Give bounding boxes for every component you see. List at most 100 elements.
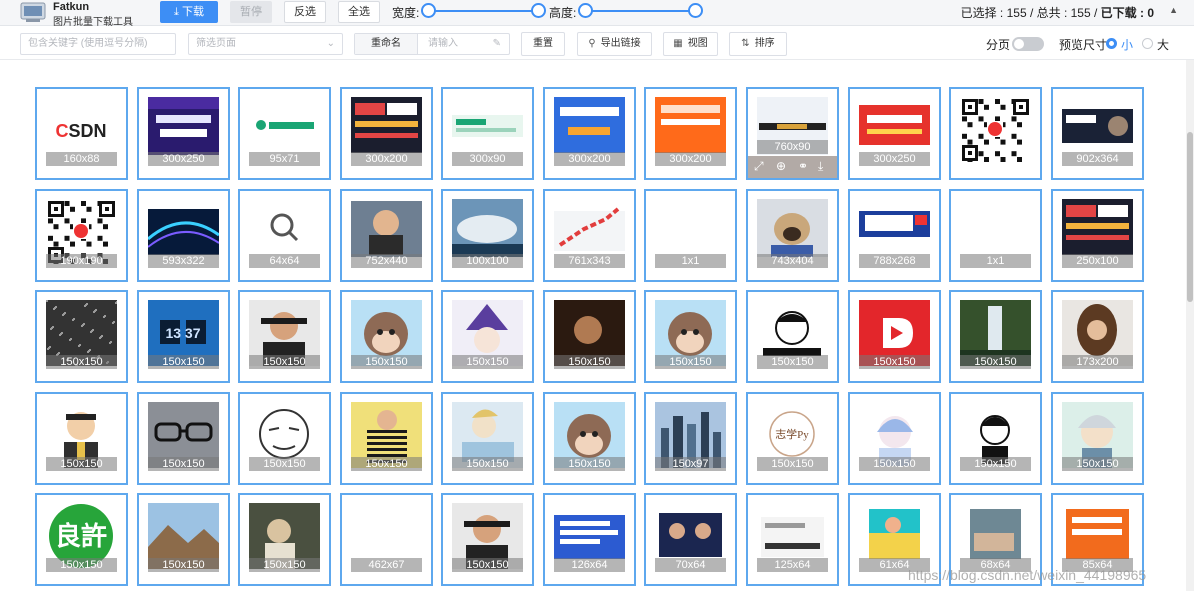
- search-image-icon[interactable]: ⊕: [776, 159, 786, 173]
- image-card[interactable]: 150x150: [340, 290, 433, 383]
- image-card[interactable]: 150x150: [848, 392, 941, 485]
- image-dimensions: 150x150: [757, 457, 828, 471]
- image-card[interactable]: [949, 87, 1042, 180]
- paging-toggle[interactable]: [1012, 37, 1044, 51]
- sort-button[interactable]: ⇅ 排序: [729, 32, 787, 56]
- rename-group: 重命名 请输入 ✎: [354, 33, 510, 55]
- page-filter-placeholder: 筛选页面: [196, 38, 236, 49]
- image-card[interactable]: 761x343: [543, 189, 636, 282]
- collapse-chevron-up-icon[interactable]: ▲: [1169, 5, 1178, 15]
- image-card[interactable]: 752x440: [340, 189, 433, 282]
- invert-selection-button[interactable]: 反选: [284, 1, 326, 23]
- image-card[interactable]: 良許 150x150: [35, 493, 128, 586]
- image-card[interactable]: 150x150: [1051, 392, 1144, 485]
- image-dimensions: 150x150: [452, 457, 523, 471]
- select-all-button[interactable]: 全选: [338, 1, 380, 23]
- image-dimensions: 593x322: [148, 254, 219, 268]
- image-card[interactable]: 13 37 150x150: [137, 290, 230, 383]
- image-card[interactable]: 126x64: [543, 493, 636, 586]
- image-card[interactable]: 125x64: [746, 493, 839, 586]
- image-card[interactable]: 150x150: [644, 290, 737, 383]
- scrollbar[interactable]: [1186, 60, 1194, 591]
- image-card[interactable]: 150x97: [644, 392, 737, 485]
- width-label: 宽度:: [392, 6, 420, 20]
- image-dimensions: 150x150: [46, 457, 117, 471]
- preview-size-large-radio[interactable]: [1142, 38, 1153, 49]
- image-card[interactable]: 150x150: [949, 290, 1042, 383]
- image-card[interactable]: 462x67: [340, 493, 433, 586]
- image-card[interactable]: 300x200: [340, 87, 433, 180]
- image-dimensions: 150x150: [148, 355, 219, 369]
- link-icon[interactable]: ⚭: [798, 159, 808, 173]
- image-card[interactable]: 150x150: [441, 392, 534, 485]
- width-slider-min-handle[interactable]: [421, 3, 436, 18]
- image-card[interactable]: 95x71: [238, 87, 331, 180]
- image-card[interactable]: 300x250: [848, 87, 941, 180]
- image-card[interactable]: 64x64: [238, 189, 331, 282]
- stats-selected: 已选择 : 155 / 总共 : 155 /: [960, 6, 1101, 20]
- width-slider-track[interactable]: [428, 10, 538, 12]
- image-card[interactable]: 760x90 ⤢ ⊕ ⚭ ⤓: [746, 87, 839, 180]
- scrollbar-thumb[interactable]: [1187, 132, 1193, 302]
- image-card[interactable]: 150x150: [543, 290, 636, 383]
- image-card[interactable]: CSDN 160x88: [35, 87, 128, 180]
- reset-button[interactable]: 重置: [521, 32, 565, 56]
- image-card[interactable]: 70x64: [644, 493, 737, 586]
- image-card[interactable]: 志学Py 150x150: [746, 392, 839, 485]
- grid-icon: ▦: [673, 38, 683, 49]
- image-card[interactable]: 190x190: [35, 189, 128, 282]
- image-dimensions: 150x150: [249, 355, 320, 369]
- filter-toolbar: 包含关键字 (使用逗号分隔) 筛选页面 ⌄ 重命名 请输入 ✎ 重置 ⚲ 导出链接…: [0, 26, 1194, 60]
- image-card[interactable]: 173x200: [1051, 290, 1144, 383]
- image-card[interactable]: 1x1: [644, 189, 737, 282]
- width-slider-max-handle[interactable]: [531, 3, 546, 18]
- image-card[interactable]: 593x322: [137, 189, 230, 282]
- image-dimensions: 150x150: [46, 558, 117, 572]
- image-card[interactable]: 150x150: [137, 392, 230, 485]
- page-filter-select[interactable]: 筛选页面 ⌄: [188, 33, 343, 55]
- height-slider-min-handle[interactable]: [578, 3, 593, 18]
- view-button[interactable]: ▦ 视图: [663, 32, 718, 56]
- image-grid: CSDN 160x88 300x250 95x71 300x200 300x90 300x2…: [0, 60, 1186, 591]
- edit-icon: ✎: [492, 38, 501, 49]
- image-card[interactable]: 300x200: [543, 87, 636, 180]
- image-card[interactable]: 150x150: [441, 290, 534, 383]
- image-card[interactable]: 788x268: [848, 189, 941, 282]
- image-card[interactable]: 150x150: [543, 392, 636, 485]
- image-dimensions: 1x1: [655, 254, 726, 268]
- image-card[interactable]: 300x90: [441, 87, 534, 180]
- rename-input[interactable]: 请输入: [428, 34, 458, 54]
- pause-button[interactable]: 暂停: [230, 1, 272, 23]
- image-dimensions: 125x64: [757, 558, 828, 572]
- image-card[interactable]: 902x364: [1051, 87, 1144, 180]
- image-card[interactable]: 150x150: [35, 290, 128, 383]
- download-icon[interactable]: ⤓: [818, 159, 823, 174]
- height-slider-track[interactable]: [585, 10, 695, 12]
- export-links-label: 导出链接: [600, 38, 641, 49]
- image-card[interactable]: 150x150: [848, 290, 941, 383]
- watermark-url: https://blog.csdn.net/weixin_44198965: [908, 567, 1147, 583]
- image-card[interactable]: 150x150: [238, 392, 331, 485]
- image-card[interactable]: 150x150: [340, 392, 433, 485]
- image-card[interactable]: 150x150: [137, 493, 230, 586]
- image-card[interactable]: 250x100: [1051, 189, 1144, 282]
- image-card[interactable]: 150x150: [238, 493, 331, 586]
- image-card[interactable]: 150x150: [238, 290, 331, 383]
- preview-size-small-radio[interactable]: [1106, 38, 1117, 49]
- image-card[interactable]: 150x150: [35, 392, 128, 485]
- image-card[interactable]: 150x150: [441, 493, 534, 586]
- link-icon: ⚲: [588, 38, 596, 49]
- image-card[interactable]: 1x1: [949, 189, 1042, 282]
- image-card[interactable]: 150x150: [949, 392, 1042, 485]
- export-links-button[interactable]: ⚲ 导出链接: [577, 32, 652, 56]
- image-card[interactable]: 150x150: [746, 290, 839, 383]
- download-button[interactable]: ⤓ 下载: [160, 1, 218, 23]
- image-card[interactable]: 300x250: [137, 87, 230, 180]
- image-card[interactable]: 100x100: [441, 189, 534, 282]
- image-card[interactable]: 300x200: [644, 87, 737, 180]
- keyword-filter-input[interactable]: 包含关键字 (使用逗号分隔): [20, 33, 176, 55]
- height-slider-max-handle[interactable]: [688, 3, 703, 18]
- image-card[interactable]: 743x404: [746, 189, 839, 282]
- image-dimensions: 300x200: [554, 152, 625, 166]
- expand-icon[interactable]: ⤢: [754, 159, 764, 174]
